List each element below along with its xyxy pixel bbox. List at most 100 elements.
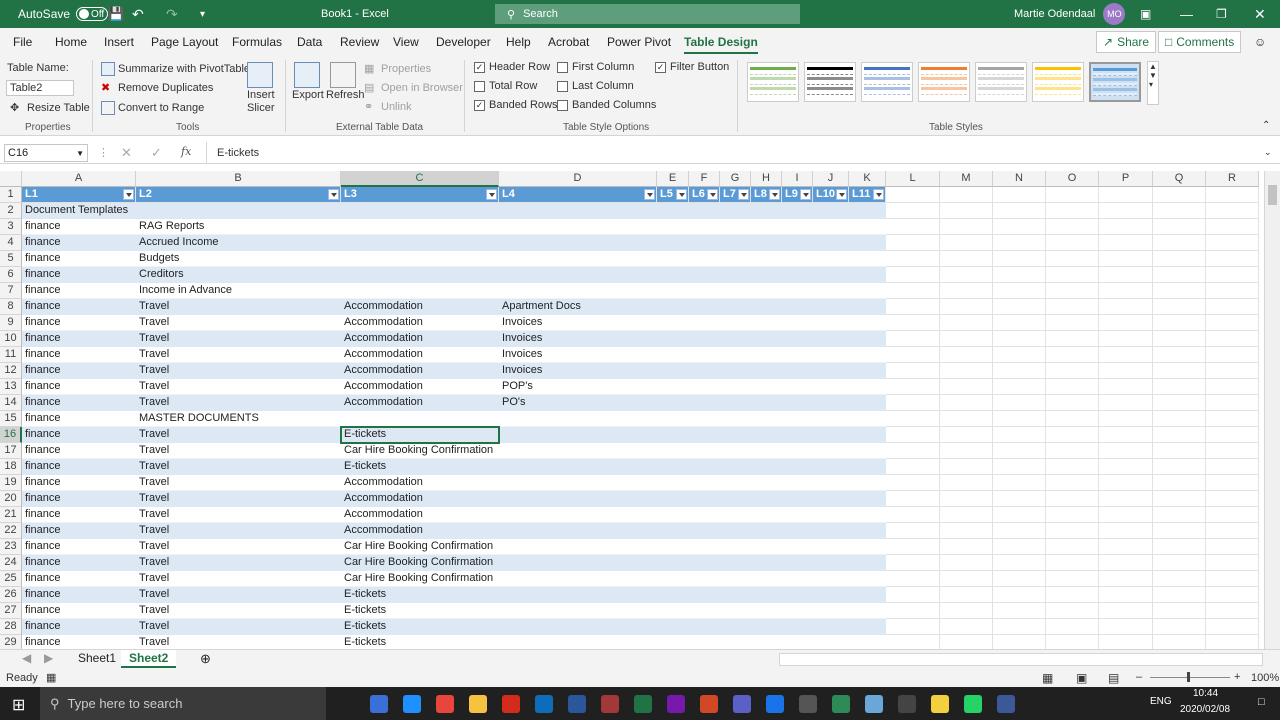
grid-cell[interactable] bbox=[782, 507, 813, 523]
grid-cell[interactable] bbox=[849, 459, 886, 475]
column-header-o[interactable]: O bbox=[1046, 171, 1099, 187]
grid-cell[interactable] bbox=[782, 491, 813, 507]
header-row-option[interactable]: ✓ Header Row bbox=[474, 61, 550, 73]
grid-cell[interactable] bbox=[886, 395, 940, 411]
grid-cell[interactable] bbox=[940, 459, 993, 475]
grid-cell[interactable] bbox=[1046, 283, 1099, 299]
table-style-swatch[interactable] bbox=[975, 62, 1027, 102]
grid-cell[interactable] bbox=[849, 635, 886, 649]
table-cell[interactable]: Travel bbox=[136, 491, 341, 507]
grid-cell[interactable] bbox=[689, 491, 720, 507]
search-box[interactable]: ⚲ Search bbox=[495, 4, 800, 24]
cancel-icon[interactable]: ✕ bbox=[121, 145, 132, 161]
grid-cell[interactable] bbox=[1099, 475, 1153, 491]
function-icon[interactable]: fx bbox=[181, 145, 191, 158]
grid-cell[interactable] bbox=[849, 539, 886, 555]
row-header[interactable]: 28 bbox=[0, 619, 22, 635]
grid-cell[interactable] bbox=[940, 539, 993, 555]
table-cell[interactable]: finance bbox=[22, 267, 136, 283]
grid-cell[interactable] bbox=[1153, 235, 1206, 251]
grid-cell[interactable] bbox=[886, 251, 940, 267]
last-column-option[interactable]: Last Column bbox=[557, 80, 634, 92]
table-cell[interactable]: Car Hire Booking Confirmation bbox=[341, 443, 499, 459]
customize-qat-icon[interactable]: ▾ bbox=[200, 0, 205, 28]
table-cell[interactable] bbox=[499, 475, 657, 491]
grid-cell[interactable] bbox=[1046, 587, 1099, 603]
grid-cell[interactable] bbox=[1153, 395, 1206, 411]
table-cell[interactable]: finance bbox=[22, 235, 136, 251]
table-header-cell[interactable]: L2 bbox=[136, 187, 341, 203]
table-cell[interactable]: Accommodation bbox=[341, 363, 499, 379]
grid-cell[interactable] bbox=[657, 203, 689, 219]
grid-cell[interactable] bbox=[993, 619, 1046, 635]
grid-cell[interactable] bbox=[886, 523, 940, 539]
table-cell[interactable] bbox=[499, 267, 657, 283]
table-cell[interactable]: Document Templates bbox=[22, 203, 136, 219]
grid-cell[interactable] bbox=[782, 395, 813, 411]
row-header[interactable]: 17 bbox=[0, 443, 22, 459]
grid-cell[interactable] bbox=[886, 555, 940, 571]
grid-cell[interactable] bbox=[1153, 331, 1206, 347]
table-cell[interactable]: finance bbox=[22, 331, 136, 347]
grid-cell[interactable] bbox=[782, 523, 813, 539]
table-name-input[interactable]: Table2 bbox=[6, 80, 74, 96]
windows-start-icon[interactable]: ⊞ bbox=[12, 695, 25, 715]
grid-cell[interactable] bbox=[1099, 331, 1153, 347]
table-cell[interactable]: Travel bbox=[136, 427, 341, 443]
grid-cell[interactable] bbox=[993, 315, 1046, 331]
grid-cell[interactable] bbox=[751, 539, 782, 555]
grid-cell[interactable] bbox=[1046, 315, 1099, 331]
grid-cell[interactable] bbox=[720, 555, 751, 571]
grid-cell[interactable] bbox=[940, 443, 993, 459]
whatsapp-icon[interactable] bbox=[964, 695, 982, 713]
grid-cell[interactable] bbox=[1099, 507, 1153, 523]
column-header-p[interactable]: P bbox=[1099, 171, 1153, 187]
grid-cell[interactable] bbox=[657, 635, 689, 649]
grid-cell[interactable] bbox=[940, 619, 993, 635]
unlink-button[interactable]: ⚭ Unlink bbox=[364, 100, 412, 114]
grid-cell[interactable] bbox=[1153, 491, 1206, 507]
grid-cell[interactable] bbox=[657, 315, 689, 331]
grid-cell[interactable] bbox=[1153, 187, 1206, 203]
first-column-checkbox[interactable] bbox=[557, 61, 568, 73]
grid-cell[interactable] bbox=[720, 235, 751, 251]
grid-cell[interactable] bbox=[1206, 523, 1259, 539]
grid-cell[interactable] bbox=[1153, 363, 1206, 379]
grid-cell[interactable] bbox=[1153, 507, 1206, 523]
grid-cell[interactable] bbox=[1099, 603, 1153, 619]
grid-cell[interactable] bbox=[689, 203, 720, 219]
row-header[interactable]: 16 bbox=[0, 427, 22, 443]
grid-cell[interactable] bbox=[813, 395, 849, 411]
column-header-r[interactable]: R bbox=[1206, 171, 1259, 187]
grid-cell[interactable] bbox=[849, 203, 886, 219]
grid-cell[interactable] bbox=[751, 619, 782, 635]
xbox-icon[interactable] bbox=[799, 695, 817, 713]
grid-cell[interactable] bbox=[1099, 427, 1153, 443]
grid-cell[interactable] bbox=[1046, 539, 1099, 555]
excel-icon[interactable] bbox=[634, 695, 652, 713]
tab-acrobat[interactable]: Acrobat bbox=[548, 35, 589, 49]
grid-cell[interactable] bbox=[657, 283, 689, 299]
grid-cell[interactable] bbox=[689, 331, 720, 347]
grid-cell[interactable] bbox=[689, 267, 720, 283]
table-cell[interactable]: Invoices bbox=[499, 331, 657, 347]
grid-cell[interactable] bbox=[751, 267, 782, 283]
grid-cell[interactable] bbox=[1153, 587, 1206, 603]
grid-cell[interactable] bbox=[689, 379, 720, 395]
grid-cell[interactable] bbox=[1099, 219, 1153, 235]
properties-button[interactable]: ▦ Properties bbox=[364, 62, 431, 76]
grid-cell[interactable] bbox=[782, 203, 813, 219]
table-cell[interactable] bbox=[341, 267, 499, 283]
grid-cell[interactable] bbox=[751, 523, 782, 539]
grid-cell[interactable] bbox=[813, 619, 849, 635]
total-row-option[interactable]: Total Row bbox=[474, 80, 537, 92]
table-cell[interactable] bbox=[499, 411, 657, 427]
table-cell[interactable]: Travel bbox=[136, 603, 341, 619]
expand-formula-icon[interactable]: ⌄ bbox=[1264, 147, 1272, 158]
grid-cell[interactable] bbox=[993, 411, 1046, 427]
grid-cell[interactable] bbox=[689, 427, 720, 443]
grid-cell[interactable] bbox=[657, 491, 689, 507]
grid-cell[interactable] bbox=[849, 427, 886, 443]
grid-cell[interactable] bbox=[813, 539, 849, 555]
grid-cell[interactable] bbox=[1046, 427, 1099, 443]
